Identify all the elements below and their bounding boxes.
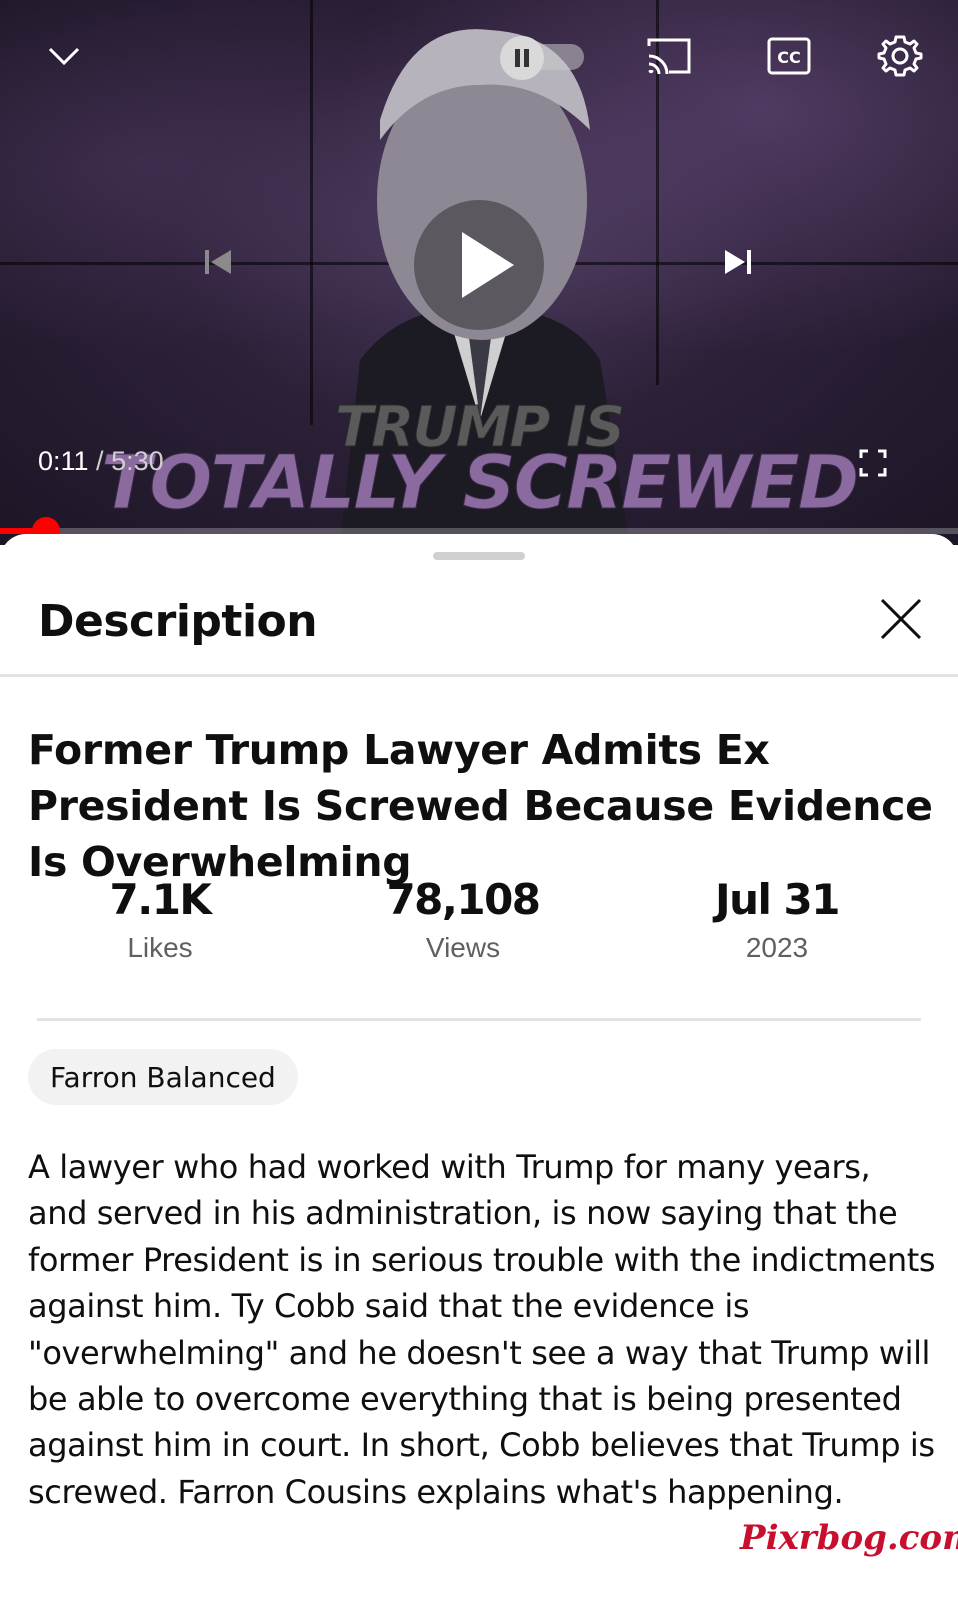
date-stat: Jul 31 2023	[647, 874, 907, 964]
views-count: 78,108	[386, 875, 541, 924]
pause-icon	[500, 36, 544, 80]
time-separator: /	[88, 446, 112, 476]
likes-label: Likes	[127, 932, 193, 963]
captions-icon[interactable]: CC	[766, 34, 812, 78]
chevron-down-icon[interactable]	[44, 36, 84, 76]
drag-handle[interactable]	[433, 552, 525, 560]
svg-text:CC: CC	[777, 48, 800, 67]
time-display: 0:11 / 5:30	[38, 446, 164, 477]
player-top-bar: CC	[0, 0, 958, 110]
description-panel: Description Former Trump Lawyer Admits E…	[0, 534, 958, 1600]
divider	[0, 674, 958, 677]
watermark: Pixrbog.com	[740, 1518, 958, 1558]
next-icon[interactable]	[720, 246, 756, 278]
close-icon[interactable]	[878, 596, 926, 644]
description-text: A lawyer who had worked with Trump for m…	[28, 1148, 936, 1511]
publish-year: 2023	[745, 932, 809, 963]
fullscreen-icon[interactable]	[858, 448, 888, 478]
views-stat: 78,108 Views	[333, 874, 593, 964]
views-label: Views	[425, 932, 501, 963]
current-time: 0:11	[38, 446, 89, 476]
cast-icon[interactable]	[644, 34, 694, 78]
autoplay-toggle[interactable]	[500, 36, 586, 80]
video-duration: 5:30	[111, 446, 164, 476]
video-stats: 7.1K Likes 78,108 Views Jul 31 2023	[0, 874, 958, 974]
likes-count: 7.1K	[109, 875, 212, 924]
previous-icon[interactable]	[200, 246, 236, 278]
channel-chip[interactable]: Farron Balanced	[28, 1049, 298, 1105]
settings-icon[interactable]	[876, 32, 924, 80]
likes-stat: 7.1K Likes	[30, 874, 290, 964]
publish-date: Jul 31	[715, 875, 841, 924]
video-player[interactable]: CC TRUMP IS TOTALLY SCREWED 0:11 / 5:30	[0, 0, 958, 545]
panel-title: Description	[38, 596, 318, 647]
play-icon	[462, 232, 514, 298]
video-title: Former Trump Lawyer Admits Ex President …	[28, 726, 933, 886]
play-button[interactable]	[414, 200, 544, 330]
divider	[37, 1018, 921, 1021]
